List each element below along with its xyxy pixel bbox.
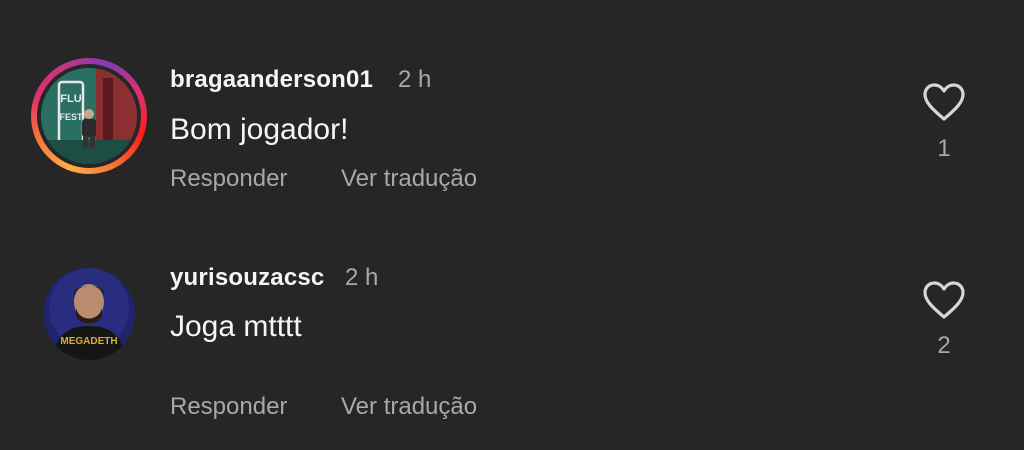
comment-username[interactable]: yurisouzacsc <box>170 264 324 292</box>
reply-button[interactable]: Responder <box>170 393 287 421</box>
comment-timestamp: 2 h <box>345 264 379 291</box>
like-count: 1 <box>937 135 951 162</box>
avatar: FLU FEST <box>41 68 137 164</box>
avatar-shirt-text: MEGADETH <box>60 336 117 347</box>
reply-button[interactable]: Responder <box>170 165 287 193</box>
comment-text: Bom jogador! <box>170 113 349 146</box>
comment-text: Joga mtttt <box>170 310 302 343</box>
avatar-photo: FLU FEST <box>41 68 137 164</box>
avatar[interactable]: MEGADETH <box>43 268 135 360</box>
comments-list: FLU FEST bragaanderson01 2 h Bom jogador!… <box>0 0 1024 450</box>
comment-username[interactable]: bragaanderson01 <box>170 66 373 94</box>
see-translation-button[interactable]: Ver tradução <box>341 393 477 421</box>
avatar-logo-text-flu: FLU <box>60 93 81 105</box>
heart-outline-icon[interactable] <box>922 280 966 320</box>
heart-outline-icon[interactable] <box>922 82 966 122</box>
see-translation-button[interactable]: Ver tradução <box>341 165 477 193</box>
comment-timestamp: 2 h <box>398 66 432 93</box>
avatar-story-ring[interactable]: FLU FEST <box>31 58 147 174</box>
like-count: 2 <box>937 332 951 359</box>
avatar-logo-text-fest: FEST <box>59 112 83 122</box>
avatar-photo: MEGADETH <box>43 268 135 360</box>
